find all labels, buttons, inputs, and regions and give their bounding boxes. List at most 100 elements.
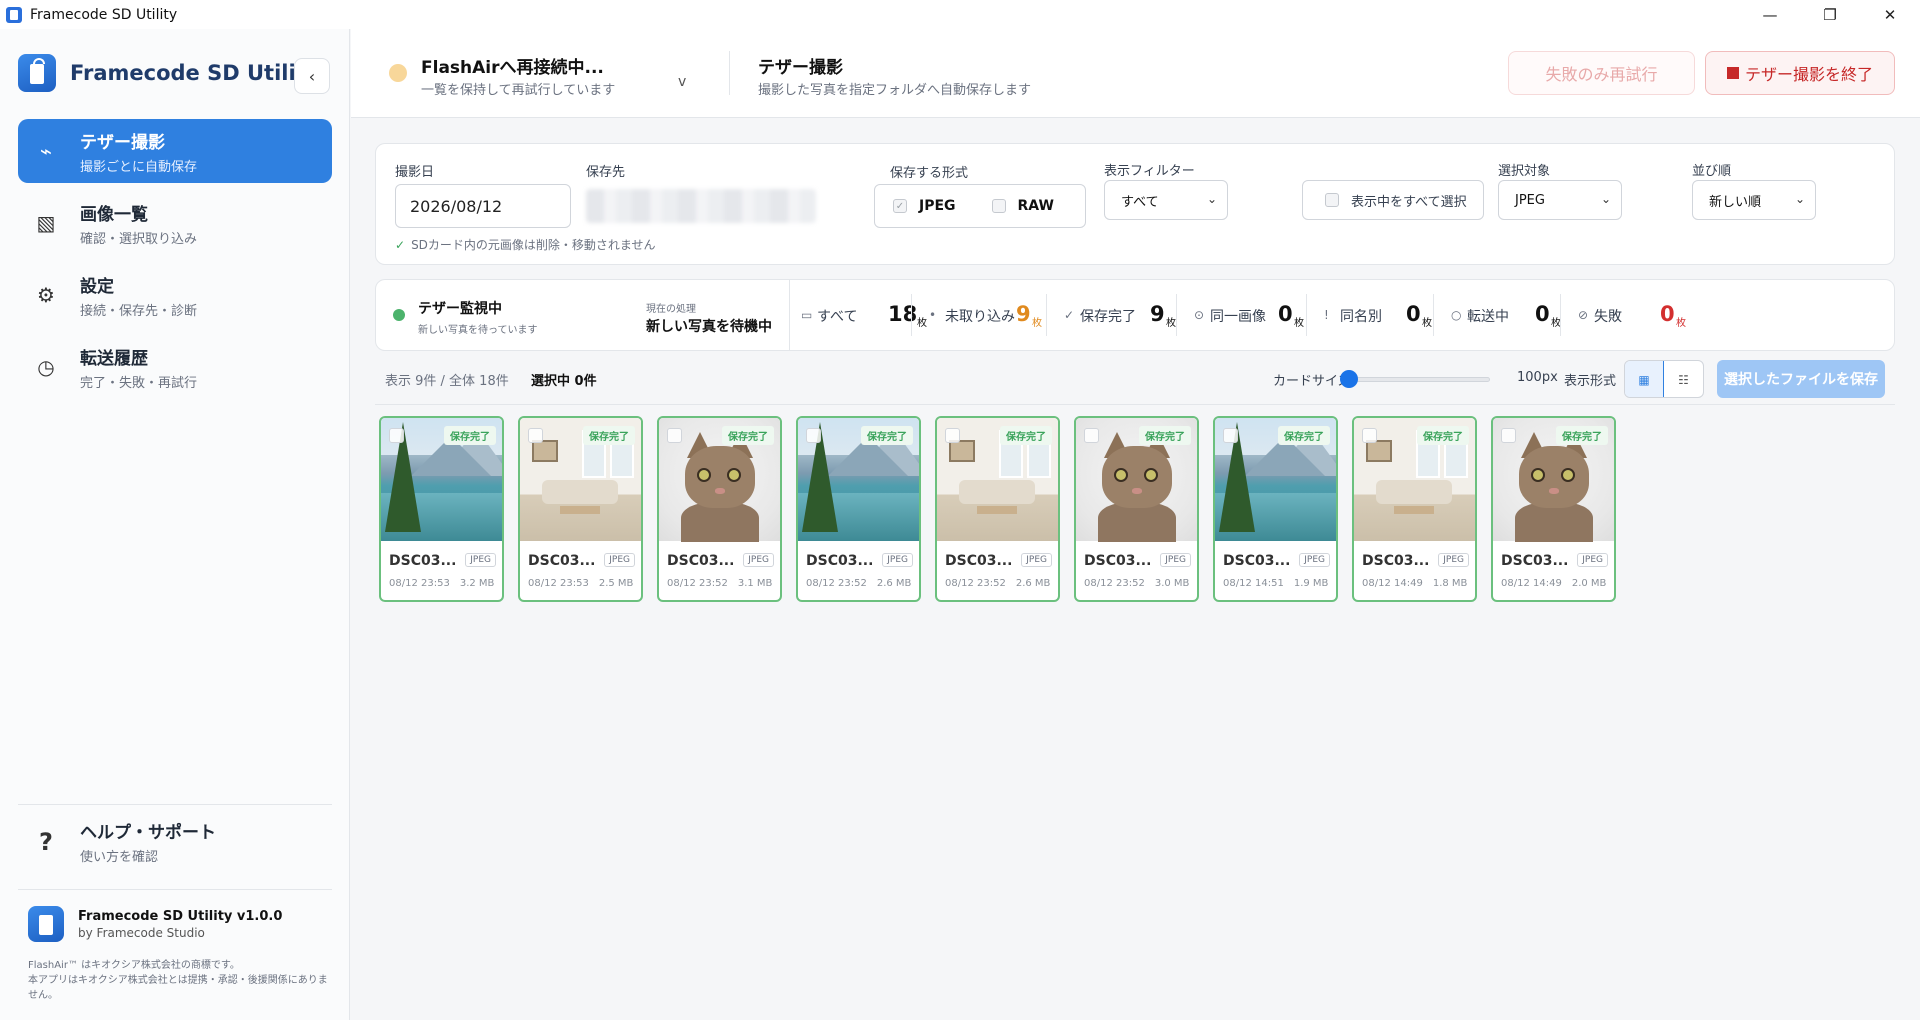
filter-label: 表示フィルター [1104,164,1195,179]
file-meta: 08/12 23:52 2.6 MB [806,578,911,589]
target-value: JPEG [1515,192,1545,208]
count-text: 表示 9件 / 全体 18件 [385,374,509,389]
date-input[interactable]: 2026/08/12 [395,184,571,228]
process-label: 現在の処理 [646,304,696,315]
card-checkbox[interactable] [389,428,404,443]
card-checkbox[interactable] [1501,428,1516,443]
image-card[interactable]: 保存完了 DSC03... JPEG 08/12 23:52 3.1 MB [657,416,782,602]
image-card[interactable]: 保存完了 DSC03... JPEG 08/12 14:51 1.9 MB [1213,416,1338,602]
status-badge: 保存完了 [1000,426,1052,445]
file-type-badge: JPEG [1021,553,1052,567]
sidebar-item-label: 画像一覧 [80,204,148,225]
gear-icon: ⚙ [37,283,55,307]
stat-label: 転送中 [1467,309,1509,325]
chevron-down-icon[interactable]: v [678,74,686,90]
dest-path-field[interactable] [586,189,816,223]
card-checkbox[interactable] [1084,428,1099,443]
image-grid-icon: ▧ [36,211,56,235]
file-name: DSC03... [1084,553,1152,569]
file-meta: 08/12 14:49 2.0 MB [1501,578,1606,589]
image-card[interactable]: 保存完了 DSC03... JPEG 08/12 14:49 1.8 MB [1352,416,1477,602]
stop-icon [1726,67,1739,79]
stat-label: 同名別 [1340,309,1382,325]
card-checkbox[interactable] [1362,428,1377,443]
stat-separator [1560,294,1561,336]
jpeg-checkbox[interactable]: ✓ [893,199,907,213]
connection-title[interactable]: FlashAirへ再接続中... [421,53,604,78]
card-checkbox[interactable] [528,428,543,443]
image-grid: 保存完了 DSC03... JPEG 08/12 23:53 3.2 MB 保存完了 DSC… [379,416,1779,602]
format-label: 保存する形式 [890,166,969,181]
connection-sub: 一覧を保持して再試行しています [421,83,616,98]
sidebar-item-sub: 完了・失敗・再試行 [80,375,198,391]
monitor-sub: 新しい写真を待っています [418,325,538,336]
about-section: Framecode SD Utility v1.0.0 by Framecode… [18,889,332,1003]
file-name: DSC03... [667,553,735,569]
filter-select[interactable]: すべて ⌄ [1104,180,1228,220]
retry-failed-button[interactable]: 失敗のみ再試行 [1508,51,1695,95]
sidebar-item-images[interactable]: ▧ 画像一覧 確認・選択取り込み [18,191,332,255]
stop-tether-button[interactable]: テザー撮影を終了 [1705,51,1895,95]
card-size-value: 100px [1517,370,1558,385]
brand-name: Framecode SD Utility [70,61,320,85]
card-checkbox[interactable] [945,428,960,443]
status-divider [789,280,790,350]
about-author: by Framecode Studio [78,925,205,940]
image-card[interactable]: 保存完了 DSC03... JPEG 08/12 23:52 2.6 MB [935,416,1060,602]
save-selected-button[interactable]: 選択したファイルを保存 [1717,360,1885,398]
file-size: 3.1 MB [737,578,773,589]
file-name: DSC03... [1501,553,1569,569]
raw-checkbox[interactable] [991,199,1006,213]
stat-value: 0 [1660,302,1675,326]
dest-label: 保存先 [586,165,626,180]
close-button[interactable]: ✕ [1860,0,1920,29]
maximize-button[interactable]: ❐ [1800,0,1860,29]
sidebar-nav: ⌁ テザー撮影 撮影ごとに自動保存 ▧ 画像一覧 確認・選択取り込み ⚙ 設定 … [18,119,332,407]
card-checkbox[interactable] [806,428,821,443]
top-header: FlashAirへ再接続中... 一覧を保持して再試行しています v テザー撮影… [351,29,1920,118]
sidebar-item-label: 転送履歴 [80,348,148,369]
select-all-label: 表示中をすべて選択 [1351,194,1467,210]
stat-label: 未取り込み [945,309,1015,325]
file-name: DSC03... [528,553,596,569]
raw-label: RAW [1017,198,1054,214]
card-size-slider[interactable] [1340,370,1490,388]
stat-label: 保存完了 [1080,309,1136,325]
sidebar-item-tether[interactable]: ⌁ テザー撮影 撮影ごとに自動保存 [18,119,332,183]
sidebar-item-sub: 撮影ごとに自動保存 [80,159,198,175]
view-mode-toggle: ▦ ☷ [1624,360,1704,398]
sidebar-item-history[interactable]: ◷ 転送履歴 完了・失敗・再試行 [18,335,332,399]
status-badge: 保存完了 [444,426,496,445]
file-date: 08/12 23:52 [667,578,728,589]
target-select[interactable]: JPEG ⌄ [1498,180,1622,220]
file-date: 08/12 23:52 [1084,578,1145,589]
image-card[interactable]: 保存完了 DSC03... JPEG 08/12 23:52 3.0 MB [1074,416,1199,602]
sidebar-item-help[interactable]: ? ヘルプ・サポート 使い方を確認 [18,804,332,868]
minimize-button[interactable]: — [1740,0,1800,29]
source-note-text: SDカード内の元画像は削除・移動されません [411,238,656,252]
select-all-visible[interactable]: 表示中をすべて選択 [1302,180,1484,220]
card-checkbox[interactable] [1223,428,1238,443]
slider-thumb[interactable] [1340,370,1358,388]
sort-value: 新しい順 [1709,194,1762,210]
image-card[interactable]: 保存完了 DSC03... JPEG 08/12 14:49 2.0 MB [1491,416,1616,602]
select-all-checkbox[interactable] [1325,193,1339,207]
source-note: ✓ SDカード内の元画像は削除・移動されません [395,236,656,253]
file-name: DSC03... [806,553,874,569]
status-badge: 保存完了 [1417,426,1469,445]
card-checkbox[interactable] [667,428,682,443]
grid-view-icon[interactable]: ▦ [1625,361,1665,397]
file-name: DSC03... [1362,553,1430,569]
sort-select[interactable]: 新しい順 ⌄ [1692,180,1816,220]
chevron-down-icon: ⌄ [1206,192,1217,206]
sidebar-item-settings[interactable]: ⚙ 設定 接続・保存先・診断 [18,263,332,327]
file-size: 2.0 MB [1571,578,1607,589]
image-card[interactable]: 保存完了 DSC03... JPEG 08/12 23:53 2.5 MB [518,416,643,602]
mode-title: テザー撮影 [758,58,843,78]
list-view-icon[interactable]: ☷ [1664,361,1703,397]
image-card[interactable]: 保存完了 DSC03... JPEG 08/12 23:53 3.2 MB [379,416,504,602]
image-card[interactable]: 保存完了 DSC03... JPEG 08/12 23:52 2.6 MB [796,416,921,602]
stat-unit: 枚 [1422,318,1432,329]
collapse-sidebar-button[interactable]: ‹ [294,58,330,94]
file-type-badge: JPEG [1438,553,1469,567]
